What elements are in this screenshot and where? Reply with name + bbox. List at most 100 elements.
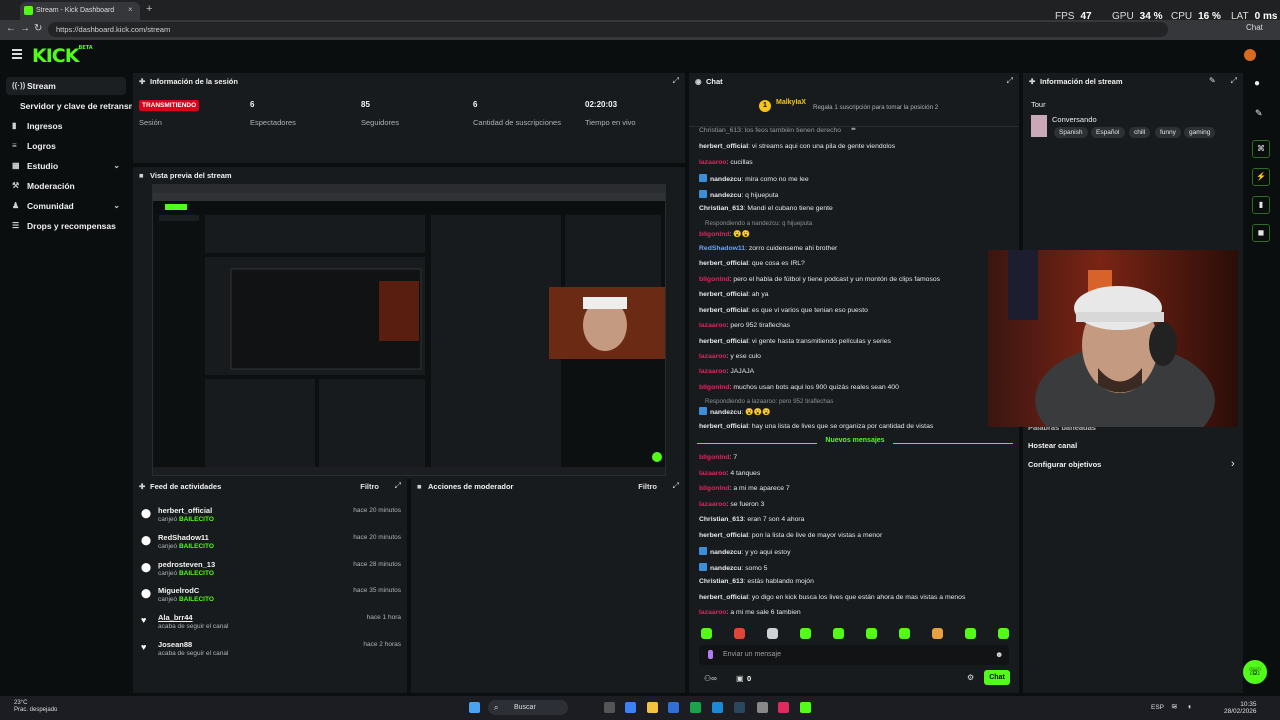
chat-username[interactable]: herbert_official	[699, 338, 748, 345]
mic-icon[interactable]	[708, 650, 713, 659]
tag-chip[interactable]: Español	[1091, 127, 1125, 138]
sidebar-item-studio[interactable]: ▦ Estudio ⌄	[6, 157, 126, 175]
emoji-icon[interactable]: ☻	[995, 650, 1003, 659]
chat-username[interactable]: lazaaroo	[699, 470, 727, 477]
rail-chat-icon[interactable]: ◼	[1252, 224, 1270, 242]
emote-icon[interactable]	[932, 628, 943, 639]
chat-username[interactable]: RedShadow11	[699, 245, 745, 252]
top-gifter-name[interactable]: MalkyIaX	[776, 99, 806, 106]
emote-icon[interactable]	[899, 628, 910, 639]
chat-username[interactable]: herbert_official	[699, 307, 748, 314]
chat-username[interactable]: Christian_613	[699, 516, 744, 523]
chat-username[interactable]: lazaaroo	[699, 159, 727, 166]
emote-icon[interactable]	[866, 628, 877, 639]
expand-icon[interactable]: ⤢	[673, 481, 679, 491]
expand-icon[interactable]: ⤢	[395, 481, 401, 491]
chat-username[interactable]: nandezcu	[710, 176, 741, 183]
emote-icon[interactable]	[998, 628, 1009, 639]
chat-username[interactable]: bllgonlnd	[699, 231, 730, 238]
task-view-icon[interactable]	[604, 702, 615, 713]
sidebar-item-drops[interactable]: ☰ Drops y recompensas	[6, 217, 126, 235]
activity-user[interactable]: pedrosteven_13	[158, 560, 215, 569]
activity-user[interactable]: Josean88	[158, 640, 192, 649]
chat-username[interactable]: lazaaroo	[699, 322, 727, 329]
new-tab-button[interactable]: +	[146, 3, 152, 15]
activity-user[interactable]: herbert_official	[158, 506, 212, 515]
copilot-icon[interactable]	[625, 702, 636, 713]
browser-tab[interactable]: Stream - Kick Dashboard	[20, 2, 140, 20]
new-messages-divider[interactable]: Nuevos mensajes	[697, 437, 1013, 449]
sidebar-item-moderation[interactable]: ⚒ Moderación	[6, 177, 126, 195]
configure-goals-link[interactable]: Configurar objetivos	[1028, 460, 1101, 469]
windows-start-icon[interactable]	[469, 702, 480, 713]
emote-icon[interactable]	[965, 628, 976, 639]
chat-username[interactable]: herbert_official	[699, 291, 748, 298]
store-icon[interactable]	[668, 702, 679, 713]
back-icon[interactable]: ←	[6, 23, 16, 34]
sidebar-item-community[interactable]: ♟ Comunidad ⌄	[6, 197, 126, 215]
rail-book-icon[interactable]: ▮	[1252, 196, 1270, 214]
weather-widget[interactable]: 23°C Prac. despejado	[14, 700, 57, 714]
chat-username[interactable]: bllgonlnd	[699, 454, 730, 461]
host-channel-link[interactable]: Hostear canal	[1028, 441, 1077, 450]
tag-chip[interactable]: gaming	[1184, 127, 1216, 138]
volume-icon[interactable]: ◖	[1187, 702, 1192, 711]
chat-username[interactable]: nandezcu	[710, 549, 741, 556]
forward-icon[interactable]: →	[20, 23, 30, 34]
chat-username[interactable]: herbert_official	[699, 532, 748, 539]
kick-app-icon[interactable]	[800, 702, 811, 713]
sidebar-item-server-key[interactable]: Servidor y clave de retransmisión	[6, 97, 132, 115]
sidebar-item-stream[interactable]: ((·)) Stream	[6, 77, 126, 95]
chat-username[interactable]: herbert_official	[699, 594, 748, 601]
activity-user[interactable]: Ala_brr44	[158, 613, 193, 622]
expand-icon[interactable]: ⤢	[1007, 76, 1013, 86]
stream-preview-video[interactable]	[152, 184, 666, 476]
emote-icon[interactable]	[767, 628, 778, 639]
chat-username[interactable]: bllgonlnd	[699, 276, 730, 283]
chat-username[interactable]: herbert_official	[699, 260, 748, 267]
user-avatar[interactable]	[1244, 49, 1256, 61]
tag-chip[interactable]: funny	[1155, 127, 1181, 138]
tag-chip[interactable]: Spanish	[1054, 127, 1088, 138]
sidebar-item-income[interactable]: ▮ Ingresos	[6, 117, 126, 135]
chat-settings-icon[interactable]: ⚙	[967, 673, 974, 682]
chat-username[interactable]: lazaaroo	[699, 501, 727, 508]
chat-username[interactable]: lazaaroo	[699, 353, 727, 360]
expand-icon[interactable]: ⤢	[673, 76, 679, 86]
xbox-icon[interactable]	[690, 702, 701, 713]
emote-icon[interactable]	[800, 628, 811, 639]
chat-username[interactable]: nandezcu	[710, 409, 741, 416]
tab-close-icon[interactable]: ×	[128, 5, 133, 14]
sidebar-item-achievements[interactable]: ≡ Logros	[6, 137, 126, 155]
kick-logo[interactable]: KICKBETA	[32, 45, 93, 67]
chat-username[interactable]: lazaaroo	[699, 609, 727, 616]
url-field[interactable]: https://dashboard.kick.com/stream	[48, 22, 1168, 37]
edge-icon[interactable]	[712, 702, 723, 713]
activity-user[interactable]: MiguelrodC	[158, 586, 199, 595]
help-fab-icon[interactable]: ☏	[1243, 660, 1267, 684]
language-indicator[interactable]: ESP	[1151, 704, 1164, 711]
chat-username[interactable]: bllgonlnd	[699, 485, 730, 492]
system-clock[interactable]: 10:35 28/02/2026	[1224, 701, 1257, 715]
app-icon[interactable]	[778, 702, 789, 713]
chat-username[interactable]: herbert_official	[699, 143, 748, 150]
chat-username[interactable]: Christian_613	[699, 205, 744, 212]
reload-icon[interactable]: ↻	[34, 23, 42, 34]
mod-filter-button[interactable]: Filtro	[638, 482, 657, 491]
taskbar-search[interactable]: Buscar	[488, 700, 568, 715]
obs-icon[interactable]	[757, 702, 768, 713]
chat-username[interactable]: herbert_official	[699, 423, 748, 430]
browser-chat-button[interactable]: Chat	[1246, 23, 1263, 32]
chevron-right-icon[interactable]: ›	[1231, 458, 1235, 470]
gift-sub-prompt[interactable]: Regala 1 suscripción para tomar la posic…	[813, 104, 938, 111]
chat-username[interactable]: lazaaroo	[699, 368, 727, 375]
emote-icon[interactable]	[734, 628, 745, 639]
tag-chip[interactable]: chill	[1129, 127, 1151, 138]
expand-icon[interactable]: ⤢	[1231, 76, 1237, 86]
info-icon[interactable]: ●	[1254, 78, 1260, 89]
chat-username[interactable]: nandezcu	[710, 192, 741, 199]
send-chat-button[interactable]: Chat	[984, 670, 1010, 685]
rail-lightning-icon[interactable]: ⚡	[1252, 168, 1270, 186]
chat-username[interactable]: nandezcu	[710, 565, 741, 572]
activity-user[interactable]: RedShadow11	[158, 533, 209, 542]
